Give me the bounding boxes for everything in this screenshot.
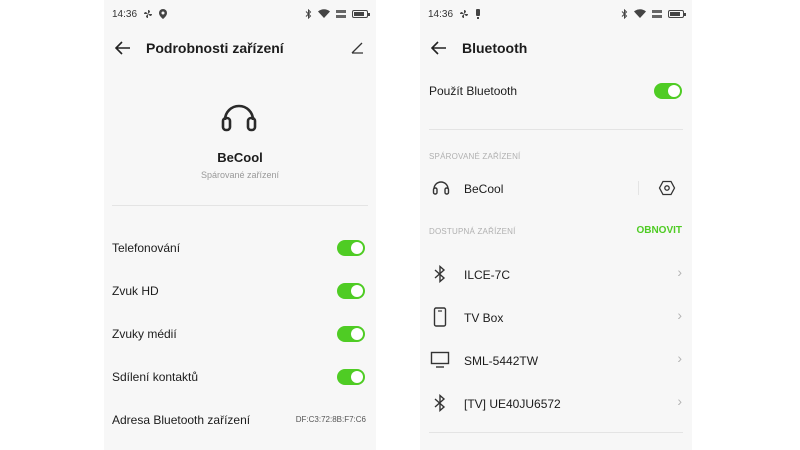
chevron-right-icon: › (677, 393, 682, 409)
fan-icon (143, 9, 153, 19)
wifi-icon (634, 9, 646, 19)
status-time: 14:36 (428, 8, 454, 20)
status-time: 14:36 (112, 8, 138, 20)
toggle-calls[interactable] (337, 240, 365, 256)
bluetooth-address-label: Adresa Bluetooth zařízení (112, 413, 251, 427)
available-device-name: ILCE-7C (464, 268, 511, 282)
available-device-row[interactable]: TV Box › (420, 301, 692, 333)
available-section-header: DOSTUPNÁ ZAŘÍZENÍ (429, 227, 516, 236)
paired-section-header: SPÁROVANÉ ZAŘÍZENÍ (429, 152, 521, 161)
status-bar: 14:36 (428, 6, 686, 22)
paired-device-row[interactable]: BeCool (420, 172, 692, 204)
setting-label-hd-audio: Zvuk HD (112, 284, 159, 298)
phone-icon (433, 307, 447, 327)
pencil-icon (351, 42, 363, 54)
toggle-contact-sharing[interactable] (337, 369, 365, 385)
battery-icon (352, 10, 370, 18)
available-device-name: TV Box (464, 311, 504, 325)
bluetooth-status-icon (305, 9, 312, 19)
divider (429, 432, 683, 433)
available-device-row[interactable]: [TV] UE40JU6572 › (420, 387, 692, 419)
fan-icon (459, 9, 469, 19)
chevron-right-icon: › (677, 307, 682, 323)
edit-button[interactable] (346, 37, 368, 59)
device-status: Spárované zařízení (200, 170, 280, 180)
headset-icon (432, 181, 450, 195)
toggle-hd-audio[interactable] (337, 283, 365, 299)
back-button[interactable] (112, 37, 134, 59)
network-speed-icon (652, 9, 662, 19)
refresh-button[interactable]: OBNOVIT (636, 225, 682, 236)
network-speed-icon (336, 9, 346, 19)
paired-device-name: BeCool (464, 182, 504, 196)
settings-gear-icon[interactable] (658, 179, 676, 197)
setting-label-contact-sharing: Sdílení kontaktů (112, 370, 199, 384)
available-device-name: [TV] UE40JU6572 (464, 397, 561, 411)
back-button[interactable] (428, 37, 450, 59)
header-bar: Bluetooth (428, 36, 684, 60)
device-name: BeCool (217, 150, 263, 165)
setting-label-media-audio: Zvuky médií (112, 327, 177, 341)
back-arrow-icon (431, 41, 446, 55)
bluetooth-icon (434, 394, 446, 412)
header-bar: Podrobnosti zařízení (112, 36, 368, 60)
available-device-row[interactable]: SML-5442TW › (420, 344, 692, 376)
vertical-separator (638, 181, 639, 195)
bluetooth-status-icon (621, 9, 628, 19)
battery-icon (668, 10, 686, 18)
bluetooth-screen: 14:36 Bluetooth Použít Bluetooth SPÁROVA… (420, 0, 692, 450)
page-title: Bluetooth (462, 40, 528, 56)
device-details-screen: 14:36 Podrobnosti zařízení BeCool Spárov… (104, 0, 376, 450)
toggle-media-audio[interactable] (337, 326, 365, 342)
available-device-name: SML-5442TW (464, 354, 539, 368)
page-title: Podrobnosti zařízení (146, 40, 284, 56)
bluetooth-address-value: DF:C3:72:8B:F7:C6 (295, 415, 366, 424)
chevron-right-icon: › (677, 350, 682, 366)
status-bar: 14:36 (112, 6, 370, 22)
monitor-icon (430, 351, 450, 368)
headset-icon (221, 104, 257, 132)
location-icon (159, 9, 168, 19)
bluetooth-toggle[interactable] (654, 83, 682, 99)
divider (429, 129, 683, 130)
divider (112, 205, 368, 206)
bluetooth-icon (434, 265, 446, 283)
available-device-row[interactable]: ILCE-7C › (420, 258, 692, 290)
back-arrow-icon (115, 41, 130, 55)
notification-icon (475, 9, 481, 19)
setting-label-calls: Telefonování (112, 241, 181, 255)
use-bluetooth-label: Použít Bluetooth (429, 84, 518, 98)
wifi-icon (318, 9, 330, 19)
chevron-right-icon: › (677, 264, 682, 280)
